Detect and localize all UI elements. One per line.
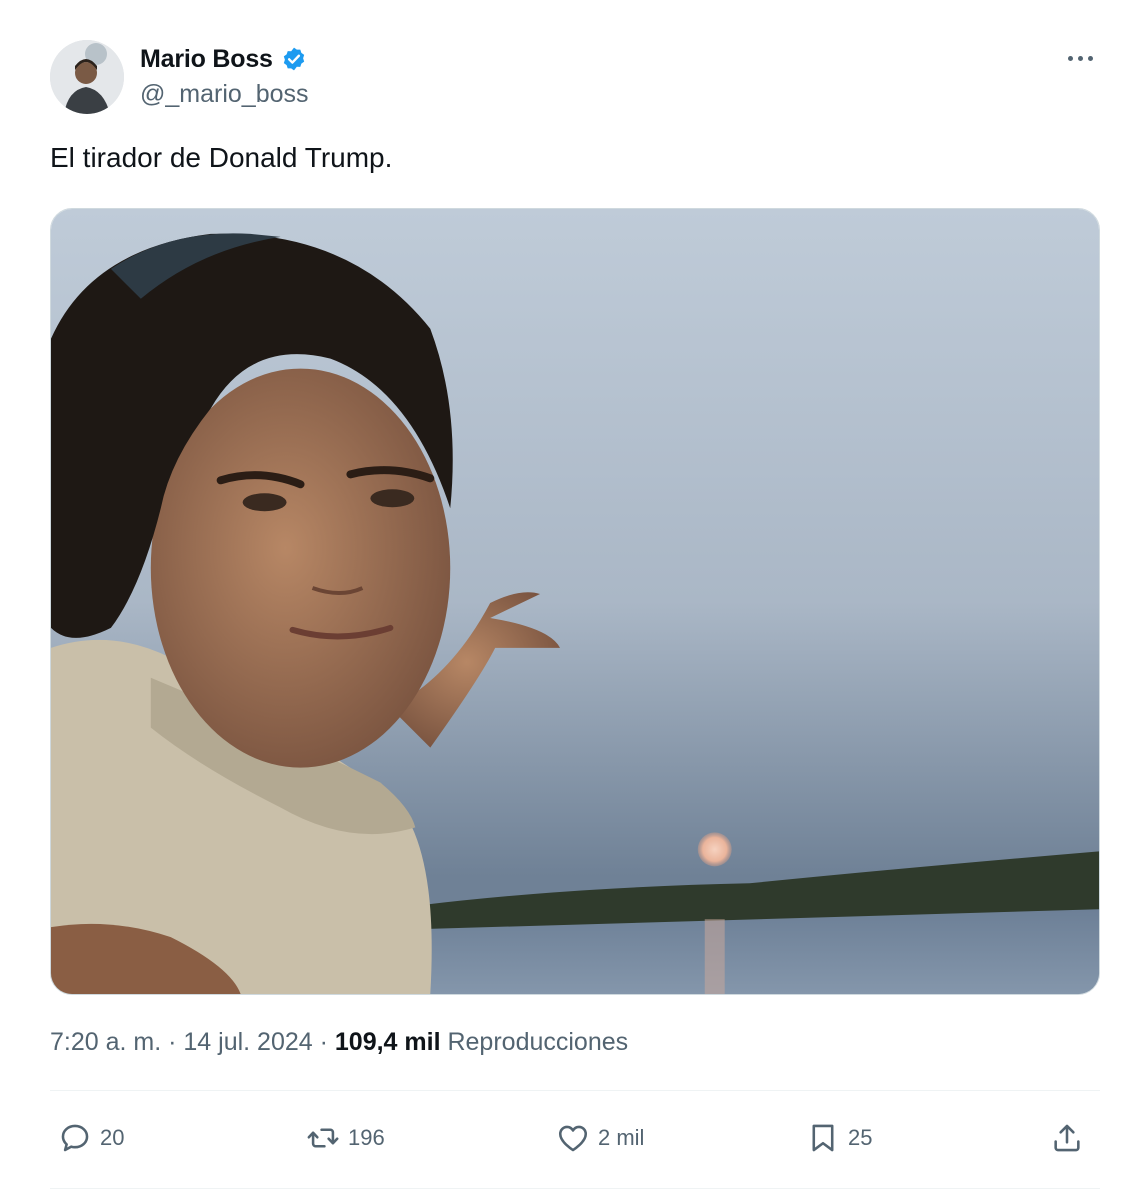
bookmark-icon — [812, 1124, 834, 1152]
tweet-date[interactable]: 14 jul. 2024 — [183, 1028, 312, 1056]
like-button[interactable]: 2 mil — [556, 1110, 644, 1166]
action-bar: 20 196 2 mil 25 — [50, 1110, 1100, 1166]
tweet-time[interactable]: 7:20 a. m. — [50, 1028, 161, 1056]
tweet-text: El tirador de Donald Trump. — [50, 142, 393, 173]
divider — [50, 1090, 1100, 1091]
handle[interactable]: @_mario_boss — [140, 80, 309, 109]
retweet-count: 196 — [348, 1125, 385, 1150]
share-icon — [1054, 1124, 1080, 1152]
views-count[interactable]: 109,4 mil — [335, 1028, 441, 1056]
like-count: 2 mil — [598, 1125, 645, 1150]
bookmark-count: 25 — [848, 1125, 873, 1150]
tweet-photo[interactable] — [50, 208, 1100, 995]
retweet-button[interactable]: 196 — [306, 1110, 385, 1166]
tweet-meta: 7:20 a. m. · 14 jul. 2024 · 109,4 mil Re… — [50, 1028, 628, 1057]
reply-button[interactable]: 20 — [58, 1110, 124, 1166]
author-name-row[interactable]: Mario Boss — [140, 42, 307, 76]
retweet-icon — [307, 1128, 339, 1148]
more-icon[interactable] — [1062, 46, 1098, 70]
meta-separator: · — [161, 1028, 184, 1056]
bookmark-button[interactable]: 25 — [806, 1110, 872, 1166]
views-label[interactable]: Reproducciones — [441, 1028, 628, 1056]
reply-count: 20 — [100, 1125, 125, 1150]
display-name[interactable]: Mario Boss — [140, 45, 273, 74]
share-button[interactable] — [1050, 1110, 1084, 1166]
like-icon — [558, 1125, 588, 1152]
avatar[interactable] — [50, 40, 124, 114]
meta-separator: · — [312, 1028, 335, 1056]
tweet-card: Mario Boss @_mario_boss El tirador de Do… — [0, 0, 1148, 1204]
divider — [50, 1188, 1100, 1189]
reply-icon — [61, 1124, 89, 1152]
verified-badge-icon — [281, 46, 307, 72]
